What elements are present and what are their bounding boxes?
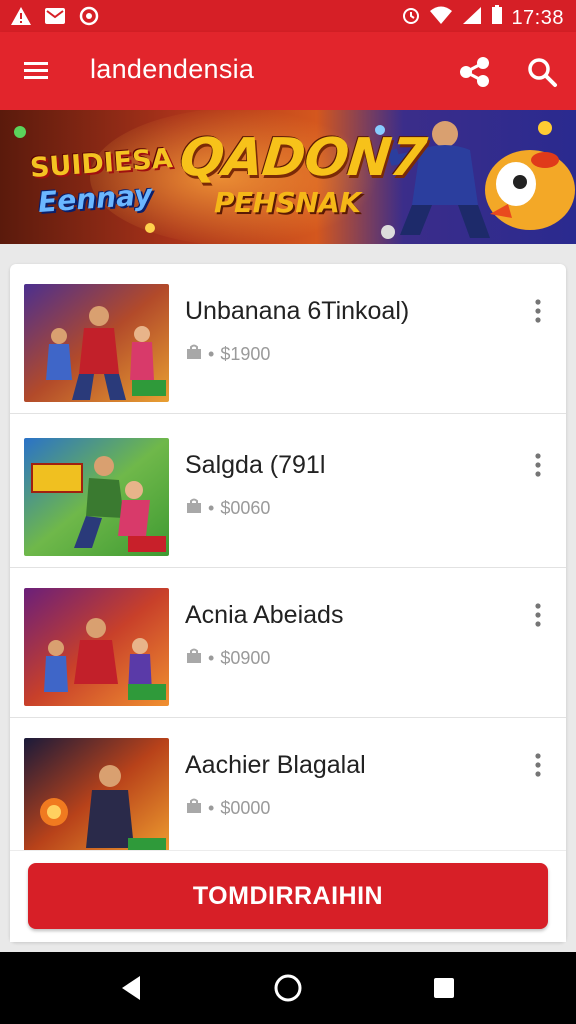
item-title: Unbanana 6Tinkoal): [185, 297, 410, 325]
item-title: Aachier Blagalal: [185, 751, 366, 779]
item-title: Acnia Abeiads: [185, 601, 344, 629]
item-meta: • $0060: [186, 498, 270, 519]
game-thumbnail: [24, 438, 169, 556]
list-item[interactable]: Aachier Blagalal • $0000: [10, 718, 566, 868]
app-title: landendensia: [90, 54, 255, 84]
banner-subtitle: PEHSNAK: [214, 186, 361, 219]
signal-icon: [461, 5, 483, 31]
warning-icon: [10, 5, 32, 27]
item-price: $0060: [220, 498, 271, 518]
list-item[interactable]: Salgda (791l • $0060: [10, 418, 566, 568]
bag-icon: [186, 648, 202, 669]
more-vert-icon[interactable]: [526, 450, 550, 480]
recents-icon[interactable]: [432, 976, 456, 1000]
more-vert-icon[interactable]: [526, 296, 550, 326]
status-right-icons: 17:38: [401, 5, 564, 31]
primary-action-button[interactable]: TOMDIRRAIHIN: [28, 863, 548, 929]
bag-icon: [186, 344, 202, 365]
item-meta: • $0000: [186, 798, 270, 819]
sync-icon: [78, 5, 100, 27]
back-icon[interactable]: [118, 974, 144, 1002]
app-bar: landendensia: [0, 32, 576, 110]
more-vert-icon[interactable]: [526, 750, 550, 780]
game-thumbnail: [24, 588, 169, 706]
banner-title: QADON7: [176, 128, 429, 188]
item-price: $0900: [220, 648, 271, 668]
dot-separator: •: [208, 344, 215, 364]
wifi-icon: [429, 5, 453, 31]
item-price: $0000: [220, 798, 271, 818]
dot-separator: •: [208, 648, 215, 668]
item-title: Salgda (791l: [185, 451, 326, 479]
game-thumbnail: [24, 284, 169, 402]
search-icon[interactable]: [524, 54, 560, 90]
bottom-action-area: TOMDIRRAIHIN: [10, 850, 566, 942]
bag-icon: [186, 798, 202, 819]
list-item[interactable]: Unbanana 6Tinkoal) • $1900: [10, 264, 566, 414]
dot-separator: •: [208, 798, 215, 818]
dot-separator: •: [208, 498, 215, 518]
status-left-icons: [10, 5, 100, 27]
promo-banner[interactable]: SUIDIESA Eennay QADON7 PEHSNAK: [0, 110, 576, 244]
status-time: 17:38: [511, 6, 564, 29]
bag-icon: [186, 498, 202, 519]
game-thumbnail: [24, 738, 169, 856]
item-meta: • $1900: [186, 344, 270, 365]
share-icon[interactable]: [455, 54, 495, 90]
system-nav-bar: [0, 952, 576, 1024]
menu-icon[interactable]: [20, 56, 52, 86]
game-list: Unbanana 6Tinkoal) • $1900 Salgda (791l …: [10, 264, 566, 942]
status-bar: 17:38: [0, 0, 576, 32]
list-item[interactable]: Acnia Abeiads • $0900: [10, 568, 566, 718]
home-icon[interactable]: [272, 972, 304, 1004]
item-price: $1900: [220, 344, 271, 364]
battery-icon: [491, 5, 503, 31]
item-meta: • $0900: [186, 648, 270, 669]
mail-icon: [44, 5, 66, 27]
alarm-icon: [401, 5, 421, 31]
more-vert-icon[interactable]: [526, 600, 550, 630]
